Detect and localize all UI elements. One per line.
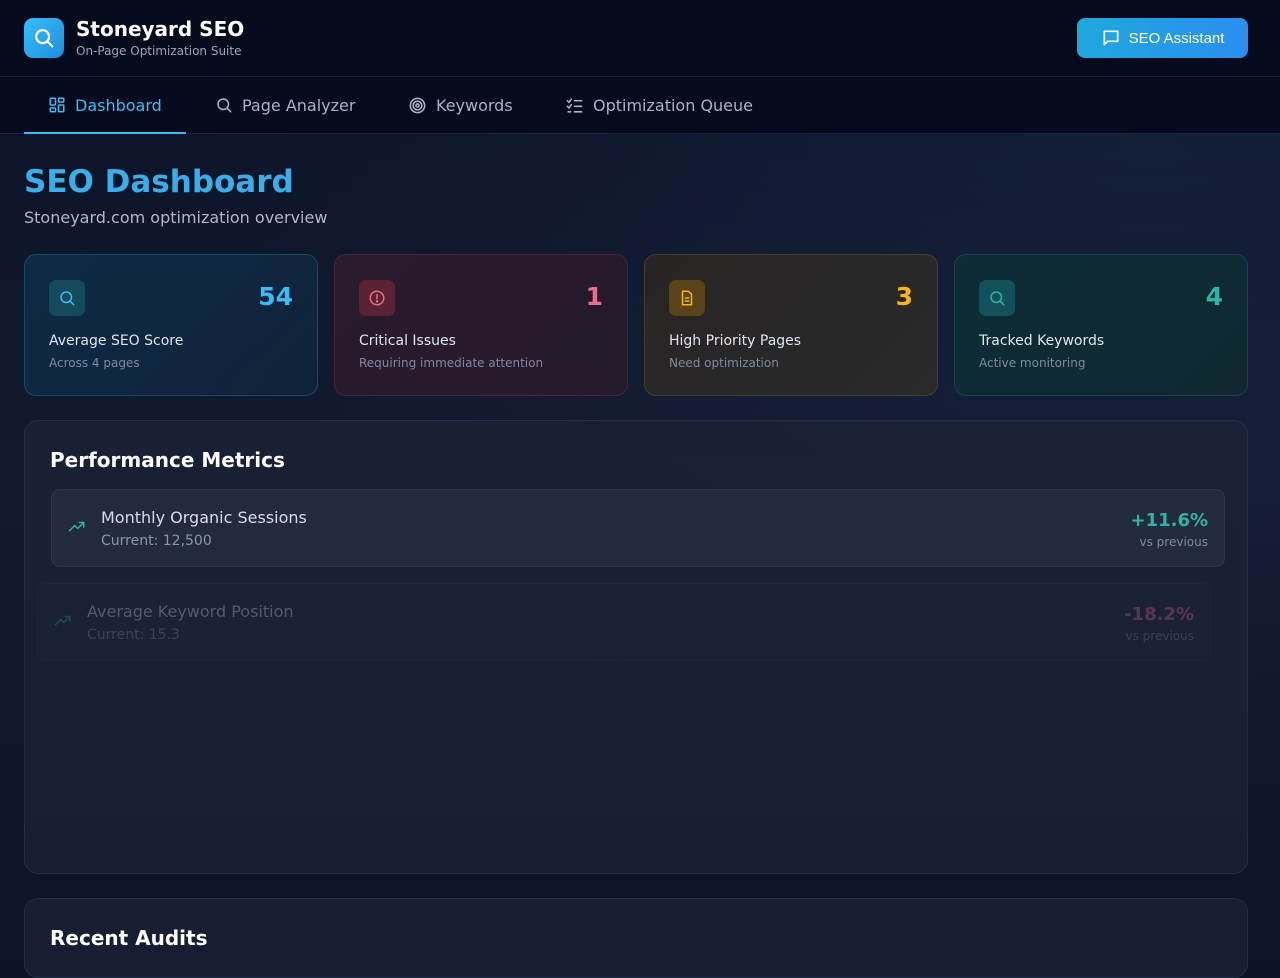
trending-up-icon — [54, 615, 71, 626]
performance-metrics-panel: Performance Metrics Monthly Organic Sess… — [24, 420, 1248, 874]
panel-title: Recent Audits — [50, 926, 208, 950]
stat-label: High Priority Pages — [669, 333, 802, 349]
stat-icon-box — [669, 280, 705, 316]
search-icon — [990, 291, 1005, 306]
document-icon — [681, 290, 693, 306]
page-subtitle: Stoneyard.com optimization overview — [24, 208, 328, 227]
alert-circle-icon — [369, 290, 385, 306]
stat-subtext: Requiring immediate attention — [359, 356, 544, 370]
trending-up-icon — [68, 521, 85, 532]
stat-label: Tracked Keywords — [979, 333, 1105, 349]
metric-name: Monthly Organic Sessions — [101, 508, 307, 527]
tab-label: Page Analyzer — [242, 95, 356, 115]
stat-label: Average SEO Score — [49, 333, 184, 349]
tab-label: Dashboard — [75, 95, 162, 115]
recent-audits-panel: Recent Audits — [24, 898, 1248, 978]
metric-row-keyword-position[interactable]: Average Keyword Position Current: 15.3 -… — [37, 583, 1211, 661]
tab-label: Keywords — [436, 95, 513, 115]
stat-subtext: Active monitoring — [979, 356, 1086, 370]
metric-change: -18.2% — [1124, 604, 1194, 625]
metric-vs-label: vs previous — [1139, 535, 1208, 549]
metric-row-organic-sessions[interactable]: Monthly Organic Sessions Current: 12,500… — [51, 489, 1225, 567]
metric-current: Current: 15.3 — [87, 627, 180, 643]
tab-dashboard[interactable]: Dashboard — [24, 77, 186, 134]
search-icon — [217, 98, 232, 113]
stat-value: 1 — [585, 282, 603, 311]
stat-label: Critical Issues — [359, 333, 456, 349]
stat-icon-box — [49, 280, 85, 316]
app-logo[interactable] — [24, 18, 64, 58]
stat-subtext: Across 4 pages — [49, 356, 140, 370]
panel-title: Performance Metrics — [50, 448, 285, 472]
stat-card-critical-issues[interactable]: 1 Critical Issues Requiring immediate at… — [334, 254, 628, 396]
app-subtitle: On-Page Optimization Suite — [76, 44, 242, 58]
stat-card-seo-score[interactable]: 54 Average SEO Score Across 4 pages — [24, 254, 318, 396]
chat-icon — [1103, 30, 1119, 46]
tab-label: Optimization Queue — [593, 95, 753, 115]
seo-assistant-button[interactable]: SEO Assistant — [1077, 18, 1248, 58]
dashboard-icon — [49, 97, 65, 113]
tab-keywords[interactable]: Keywords — [384, 77, 537, 133]
search-icon — [35, 29, 54, 48]
metric-vs-label: vs previous — [1125, 629, 1194, 643]
stat-value: 4 — [1205, 282, 1223, 311]
stat-icon-box — [979, 280, 1015, 316]
metric-current: Current: 12,500 — [101, 533, 212, 549]
stat-card-high-priority-pages[interactable]: 3 High Priority Pages Need optimization — [644, 254, 938, 396]
checklist-icon — [566, 97, 583, 113]
stat-subtext: Need optimization — [669, 356, 779, 370]
tab-optimization-queue[interactable]: Optimization Queue — [541, 77, 777, 133]
main-nav: Dashboard Page Analyzer Keywords Optimiz… — [0, 77, 1280, 134]
metric-change: +11.6% — [1130, 510, 1208, 531]
target-icon — [409, 97, 426, 113]
seo-assistant-label: SEO Assistant — [1128, 29, 1225, 47]
metric-name: Average Keyword Position — [87, 602, 294, 621]
app-title: Stoneyard SEO — [76, 17, 245, 41]
stat-card-tracked-keywords[interactable]: 4 Tracked Keywords Active monitoring — [954, 254, 1248, 396]
stat-value: 54 — [258, 282, 293, 311]
page-title: SEO Dashboard — [24, 164, 294, 200]
stat-icon-box — [359, 280, 395, 316]
tab-page-analyzer[interactable]: Page Analyzer — [191, 77, 379, 133]
top-header: Stoneyard SEO On-Page Optimization Suite… — [0, 0, 1280, 77]
stat-value: 3 — [895, 282, 913, 311]
search-icon — [60, 291, 75, 306]
